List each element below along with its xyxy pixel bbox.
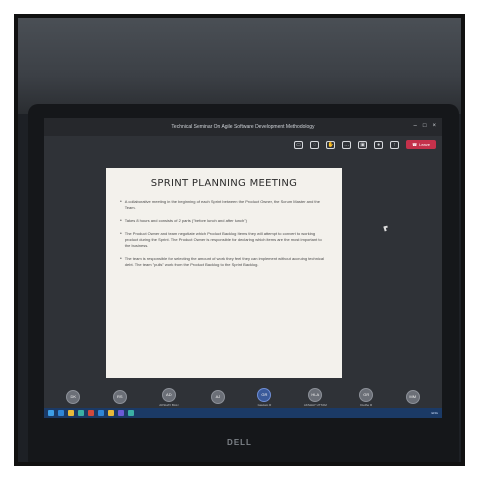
participant-tile[interactable]: AJ [210,389,225,405]
bullet-icon: • [120,199,122,205]
dell-logo: DELL [227,438,252,447]
bullet-text: The Product Owner and team negotiate whi… [124,231,322,248]
avatar: AJ [210,389,225,404]
bullet-text: A collaborative meeting in the beginning… [124,199,320,210]
bullet-icon: • [120,256,122,262]
camera-icon[interactable]: ▣ [358,140,368,149]
slide-bullet: • The team is responsible for selecting … [120,256,328,268]
bullet-text: The team is responsible for selecting th… [124,256,324,267]
leave-button[interactable]: ☎ Leave [406,140,436,149]
window-title: Technical Seminar On Agile Software Deve… [171,124,315,130]
slide-bullet: • A collaborative meeting in the beginni… [120,199,328,211]
participant-name: AKSHAY BALI [159,402,179,407]
edge-icon[interactable] [78,410,84,416]
file-explorer-icon[interactable] [68,410,74,416]
avatar: HLA [308,387,323,402]
participant-tile[interactable]: MM [405,389,420,405]
shared-slide: SPRINT PLANNING MEETING • A collaborativ… [106,168,342,378]
avatar: GR [359,387,374,402]
photo-frame: Technical Seminar On Agile Software Deve… [14,14,465,466]
maximize-button[interactable]: □ [423,123,427,129]
slide-bullet: • Takes 8 hours and consists of 2 parts … [120,218,328,224]
mic-icon[interactable]: ● [374,140,384,149]
participant-tile[interactable]: HLA AKSHAY UTTAM [303,387,327,407]
teams-icon[interactable] [118,410,124,416]
participant-strip: DK RS AD AKSHAY BALI AJ GR Gautam R HLA [44,386,442,408]
chat-icon[interactable]: ▭ [294,140,304,149]
word-icon[interactable] [98,410,104,416]
meeting-toolbar: ▭ ◌ ✋ … ▣ ● ↑ ☎ Leave [294,140,436,149]
slide-title: SPRINT PLANNING MEETING [150,178,298,189]
more-icon[interactable]: … [342,140,352,149]
bullet-text: Takes 8 hours and consists of 2 parts ("… [124,218,248,223]
system-tray[interactable]: ENG [431,411,438,415]
share-icon[interactable]: ↑ [390,140,400,149]
bullet-icon: • [120,231,122,237]
participant-tile[interactable]: DK [66,389,81,405]
raise-hand-icon[interactable]: ✋ [326,140,336,149]
leave-label: Leave [419,142,430,147]
mouse-cursor-icon [383,225,389,232]
close-button[interactable]: × [432,123,436,129]
participant-name: AKSHAY UTTAM [303,402,327,407]
slide-bullet: • The Product Owner and team negotiate w… [120,231,328,249]
background-wall [18,18,461,114]
window-titlebar: Technical Seminar On Agile Software Deve… [44,118,442,136]
bullet-icon: • [120,218,122,224]
participant-tile[interactable]: RS [112,389,127,405]
phone-icon: ☎ [412,142,418,147]
participant-name: Gautam R [257,402,272,407]
participant-tile[interactable]: AD AKSHAY BALI [159,387,179,407]
people-icon[interactable]: ◌ [310,140,320,149]
avatar: RS [112,389,127,404]
participant-tile[interactable]: GR Dudhe R [359,387,374,407]
avatar: GR [257,387,272,402]
avatar: MM [405,389,420,404]
participant-name: Dudhe R [360,402,373,407]
window-controls: – □ × [414,123,436,129]
start-icon[interactable] [48,410,54,416]
avatar: AD [161,387,176,402]
avatar: DK [66,389,81,404]
app-icon[interactable] [128,410,134,416]
participant-tile[interactable]: GR Gautam R [257,387,272,407]
minimize-button[interactable]: – [414,123,417,129]
search-icon[interactable] [58,410,64,416]
windows-taskbar: ENG [44,408,442,418]
laptop-screen: Technical Seminar On Agile Software Deve… [44,118,442,418]
chrome-icon[interactable] [88,410,94,416]
powerpoint-icon[interactable] [108,410,114,416]
